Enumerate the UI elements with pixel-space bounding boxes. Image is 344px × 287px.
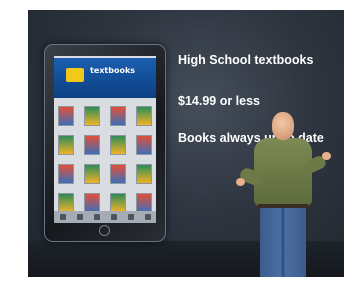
book-cover-icon — [136, 106, 152, 126]
ipad-screen: textbooks — [54, 56, 156, 223]
book-cover-icon — [58, 135, 74, 155]
presenter-right-hand — [322, 152, 331, 160]
book-cover-icon — [136, 193, 152, 213]
book-cover-icon — [58, 193, 74, 213]
presenter-jeans — [260, 208, 306, 277]
presenter — [236, 112, 331, 277]
book-cover-icon — [110, 164, 126, 184]
ipad-dock — [54, 211, 156, 223]
book-cover-icon — [110, 193, 126, 213]
book-row — [58, 135, 152, 155]
book-cover-icon — [136, 164, 152, 184]
book-row — [58, 164, 152, 184]
keynote-photo: textbooks High School textbooks $14.99 o… — [28, 10, 344, 277]
book-cover-icon — [136, 135, 152, 155]
slide-bullet-2: $14.99 or less — [178, 94, 261, 108]
book-row — [58, 193, 152, 213]
book-cover-icon — [84, 193, 100, 213]
presenter-left-hand — [236, 178, 245, 186]
textbooks-banner: textbooks — [54, 58, 156, 98]
dock-app-icon — [76, 214, 83, 220]
dock-app-icon — [110, 214, 117, 220]
ipad-image: textbooks — [44, 44, 166, 242]
home-button-icon — [99, 225, 110, 236]
ibooks-logo-icon — [66, 68, 84, 82]
presenter-head — [272, 112, 294, 140]
book-row — [58, 106, 152, 126]
book-cover-icon — [58, 164, 74, 184]
book-cover-icon — [110, 106, 126, 126]
presenter-shirt — [254, 138, 312, 206]
dock-app-icon — [127, 214, 134, 220]
book-cover-icon — [84, 164, 100, 184]
book-grid — [58, 106, 152, 222]
dock-app-icon — [59, 214, 66, 220]
book-cover-icon — [84, 135, 100, 155]
book-cover-icon — [84, 106, 100, 126]
book-cover-icon — [110, 135, 126, 155]
dock-app-icon — [93, 214, 100, 220]
dock-app-icon — [144, 214, 151, 220]
book-cover-icon — [58, 106, 74, 126]
banner-title: textbooks — [90, 66, 136, 75]
slide-bullet-1: High School textbooks — [178, 53, 314, 67]
